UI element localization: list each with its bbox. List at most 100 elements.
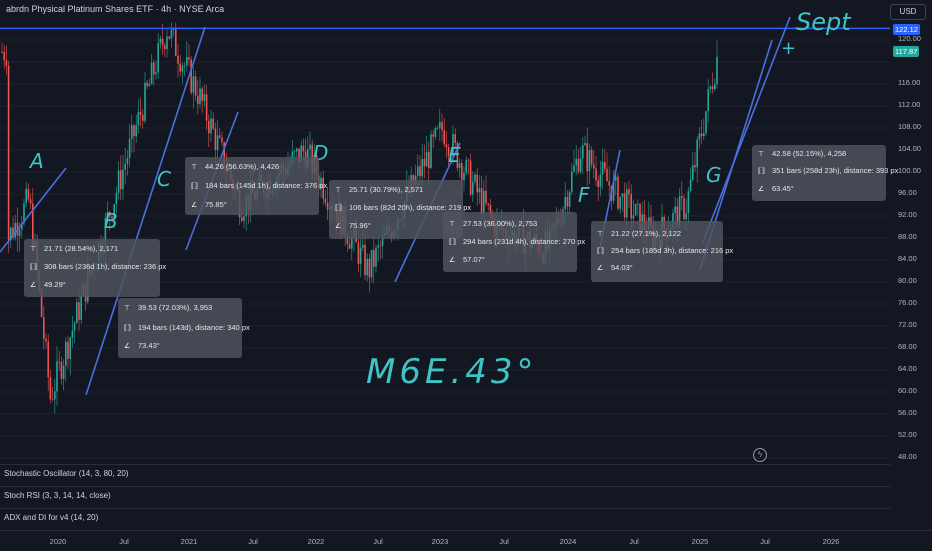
time-tick: 2026 [822, 537, 840, 546]
trend-line [702, 16, 791, 243]
indicator-panel-adx[interactable]: ADX and DI for v4 (14, 20) [0, 508, 890, 529]
angle-icon: ∠ [597, 265, 604, 272]
candle [474, 174, 476, 182]
candle [221, 137, 223, 143]
candle [120, 170, 122, 190]
candle [467, 159, 470, 161]
candle [135, 125, 137, 137]
price-tick: 108.00 [898, 122, 921, 131]
measure-box-b[interactable]: ⊤ 39.53 (72.03%), 3,953 ⟦⟧ 194 bars (143d)… [118, 298, 250, 358]
candle [58, 361, 60, 363]
candle [214, 128, 217, 150]
candle [203, 94, 206, 102]
candle [577, 158, 580, 172]
candle [582, 145, 584, 159]
time-tick: Jul [248, 537, 258, 546]
price-tick: 76.00 [898, 298, 917, 307]
candle [707, 89, 709, 112]
height-icon: ⊤ [30, 246, 37, 253]
candle [588, 149, 591, 172]
bars-icon: ⟦⟧ [335, 205, 342, 212]
candle [197, 95, 199, 105]
candle [377, 245, 379, 248]
candle [1, 51, 3, 53]
candle [441, 122, 443, 131]
candle [709, 86, 712, 90]
candle [630, 194, 632, 219]
measure-box-a[interactable]: ⊤ 21.71 (28.54%), 2,171 ⟦⟧ 308 bars (236d … [24, 239, 166, 297]
last-price-badge: 117.87 [893, 46, 920, 57]
candle [573, 165, 575, 172]
price-tick: 48.00 [898, 452, 917, 461]
price-tick: 88.00 [898, 232, 917, 241]
candle [45, 338, 47, 342]
candle [124, 163, 126, 170]
candle [469, 160, 472, 195]
measure-box-e[interactable]: ⊤ 27.53 (36.00%), 2,753 ⟦⟧ 294 bars (231d … [443, 212, 585, 272]
angle-icon: ∠ [335, 223, 342, 230]
candle [445, 144, 448, 148]
bars-icon: ⟦⟧ [191, 183, 198, 190]
measure-box-c[interactable]: ⊤ 44.26 (56.63%), 4,426 ⟦⟧ 184 bars (145d … [185, 157, 327, 215]
price-axis[interactable]: 120.00 116.00 112.00 108.00 104.00 100.0… [890, 0, 932, 462]
candle [357, 242, 360, 265]
height-icon: ⊤ [449, 221, 456, 228]
price-tick: 104.00 [898, 144, 921, 153]
price-tick: 84.00 [898, 254, 917, 263]
candle [571, 171, 573, 192]
candle [62, 365, 65, 379]
candle [205, 94, 208, 121]
indicator-panel-stochastic[interactable]: Stochastic Oscillator (14, 3, 80, 20) [0, 464, 890, 485]
handwritten-sept: Sept [796, 8, 852, 36]
candle [179, 63, 181, 72]
candle [604, 161, 606, 169]
candle [637, 203, 639, 205]
candle [428, 152, 430, 168]
candle [219, 135, 221, 138]
candle [593, 164, 595, 169]
candle [674, 206, 676, 214]
measure-box-g[interactable]: ⊤ 42.58 (52.15%), 4,258 ⟦⟧ 351 bars (258d … [752, 145, 898, 201]
candle [188, 57, 190, 60]
candle [155, 72, 157, 75]
candle [366, 258, 368, 276]
time-axis[interactable]: 2020 Jul 2021 Jul 2022 Jul 2023 Jul 2024… [0, 530, 932, 551]
candle [483, 190, 485, 215]
high-price-badge: 122.12 [893, 24, 920, 35]
candle [54, 391, 56, 400]
candle [575, 158, 577, 166]
candle [69, 337, 71, 359]
bars-icon: ⟦⟧ [449, 239, 456, 246]
indicator-panel-stoch-rsi[interactable]: Stoch RSI (3, 3, 14, 14, close) [0, 486, 890, 507]
candle [210, 118, 212, 134]
angle-icon: ∠ [191, 202, 198, 209]
candle [692, 165, 694, 180]
candle [698, 133, 701, 140]
time-tick: 2023 [431, 537, 449, 546]
candle [168, 36, 170, 39]
candle [183, 65, 186, 67]
candle [3, 52, 5, 61]
candle [27, 188, 30, 200]
candle [122, 169, 124, 190]
handwritten-label: F [578, 183, 590, 207]
candle [586, 142, 588, 172]
candle [293, 151, 296, 153]
candle [566, 196, 569, 207]
price-tick: 68.00 [898, 342, 917, 351]
candle [443, 130, 445, 145]
time-tick: 2020 [49, 537, 67, 546]
candle [362, 244, 364, 248]
lightning-icon[interactable]: ϟ [753, 448, 767, 462]
candle [623, 193, 626, 218]
time-tick: 2024 [559, 537, 577, 546]
measure-box-f[interactable]: ⊤ 21.22 (27.1%), 2,122 ⟦⟧ 254 bars (185d 3… [591, 221, 733, 282]
candle [716, 56, 718, 84]
candle [617, 176, 619, 209]
price-tick: 100.00 [898, 166, 921, 175]
candle [302, 145, 305, 152]
candle [375, 247, 377, 267]
candle [7, 65, 10, 240]
price-tick: 52.00 [898, 430, 917, 439]
candle [700, 133, 703, 137]
